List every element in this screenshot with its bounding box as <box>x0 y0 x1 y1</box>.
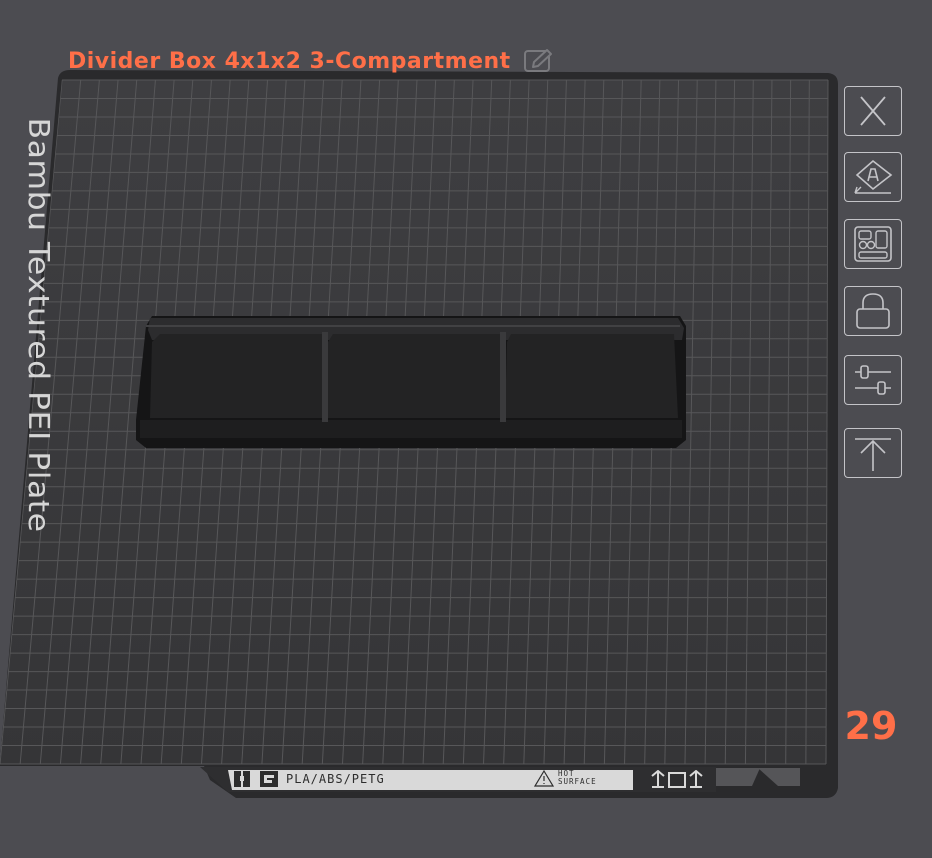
bed-type-label: Bambu Textured PEI Plate <box>21 117 55 533</box>
warning-line-2: SURFACE <box>558 777 597 786</box>
divider-wall-1 <box>322 332 328 422</box>
build-plate[interactable] <box>0 0 932 858</box>
settings-sliders-icon <box>855 365 891 395</box>
bambu-logo-icon <box>234 771 278 787</box>
auto-orient-button[interactable] <box>844 152 902 202</box>
plate-title: Divider Box 4x1x2 3-Compartment <box>68 44 555 78</box>
move-plate-top-button[interactable] <box>844 428 902 478</box>
move-to-top-icon <box>855 438 891 471</box>
lock-plate-button[interactable] <box>844 286 902 336</box>
plate-name: Divider Box 4x1x2 3-Compartment <box>68 48 511 74</box>
arrange-icon <box>854 226 892 262</box>
plate-label: PLA/ABS/PETG HOT SURFACE <box>228 768 633 790</box>
compartment-3 <box>505 334 678 418</box>
lock-icon <box>856 293 890 329</box>
double-sided-plate-icon <box>651 770 703 788</box>
plate-index: 29 <box>844 704 898 748</box>
plate-settings-button[interactable] <box>844 355 902 405</box>
close-icon <box>860 96 886 126</box>
divider-wall-2 <box>500 332 506 422</box>
auto-orient-icon <box>854 159 893 194</box>
hot-surface-warning: HOT SURFACE <box>534 769 597 787</box>
model-divider-box[interactable] <box>136 316 686 448</box>
edit-name-icon[interactable] <box>523 47 555 75</box>
arrange-button[interactable] <box>844 219 902 269</box>
filament-types: PLA/ABS/PETG <box>286 772 385 786</box>
warning-triangle-icon <box>534 769 554 787</box>
compartment-1 <box>150 334 322 418</box>
compartment-2 <box>326 334 500 418</box>
close-plate-button[interactable] <box>844 86 902 136</box>
